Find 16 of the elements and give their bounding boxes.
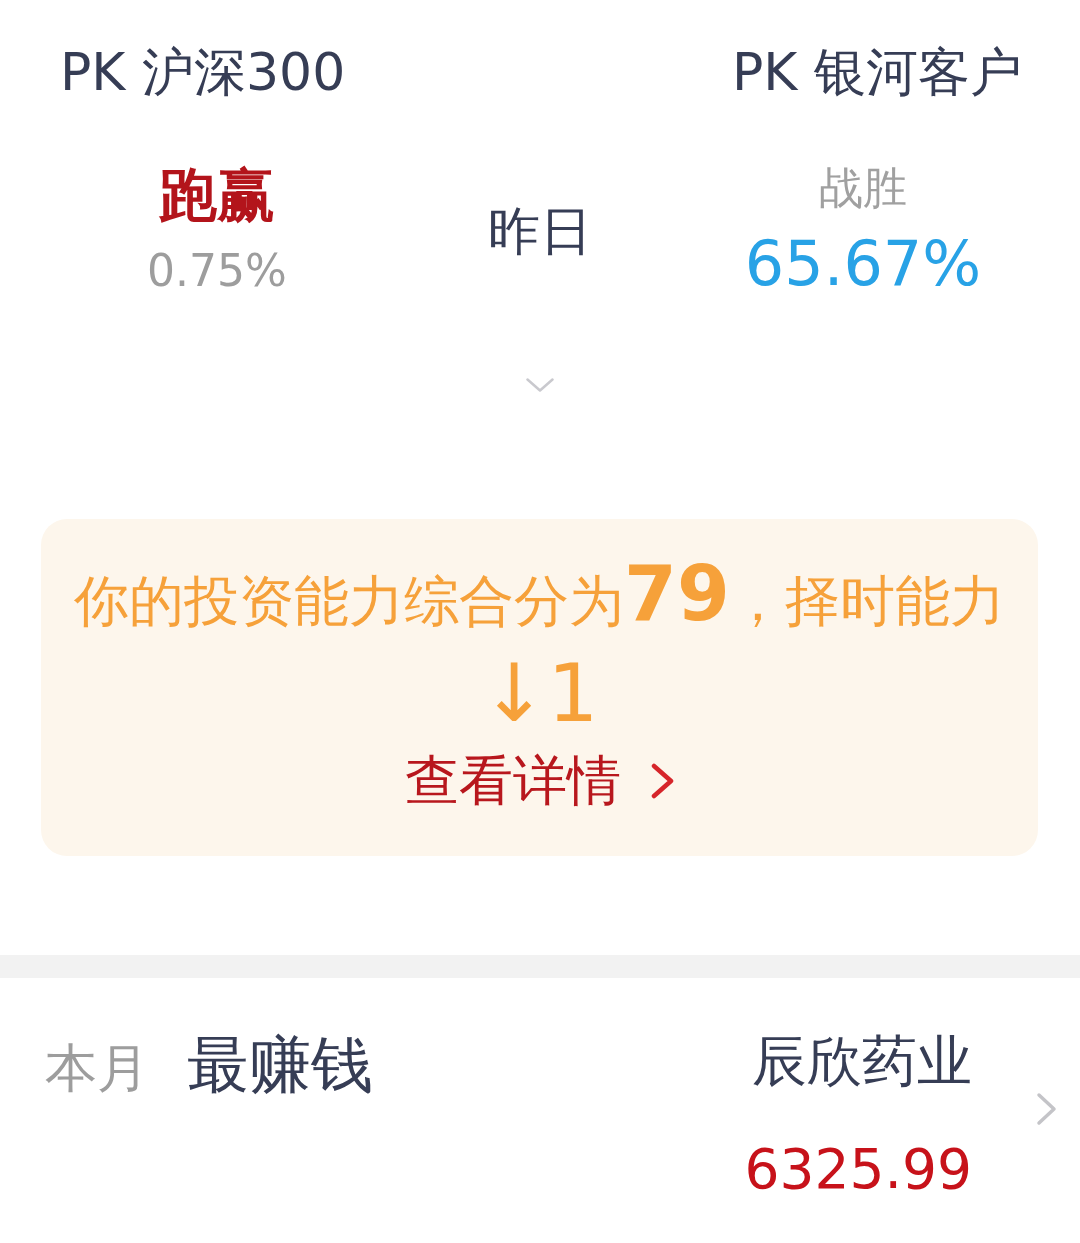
result-value: 65.67% (744, 226, 982, 302)
pk-title: PK 银河客户 (732, 41, 1022, 104)
chevron-right-icon[interactable] (1036, 1092, 1058, 1126)
profit-amount: 6325.99 (744, 1136, 972, 1202)
details-link[interactable]: 查看详情 (404, 746, 675, 816)
result-label: 跑赢 (159, 161, 275, 229)
period-label: 本月 (45, 1037, 149, 1100)
period-label: 昨日 (488, 200, 592, 263)
chevron-right-icon (650, 763, 675, 799)
score-summary: 你的投资能力综合分为79，择时能力 ↓1 (74, 549, 1005, 742)
chevron-down-icon[interactable] (526, 378, 554, 392)
section-title: 最赚钱 (187, 1030, 373, 1100)
pk-title: PK 沪深300 (60, 41, 346, 104)
result-value: 0.75% (147, 244, 287, 298)
stock-name: 辰欣药业 (752, 1028, 972, 1094)
result-label: 战胜 (819, 161, 907, 215)
